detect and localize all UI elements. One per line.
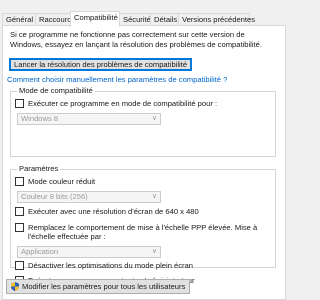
color-depth-value: Couleur 8 bits (256) — [21, 192, 88, 201]
uac-shield-icon — [11, 282, 19, 291]
dpi-override-label: Remplacez le comportement de mise à l'éc… — [28, 223, 258, 241]
reduced-color-checkbox[interactable] — [15, 177, 24, 186]
reduced-color-label: Mode couleur réduit — [28, 177, 96, 186]
color-depth-select[interactable]: Couleur 8 bits (256) ∨ — [17, 191, 161, 203]
os-version-value: Windows 8 — [21, 114, 59, 123]
troubleshooter-button[interactable]: Lancer la résolution des problèmes de co… — [9, 58, 193, 71]
chevron-down-icon: ∨ — [151, 193, 157, 200]
tab-compatibility[interactable]: Compatibilité — [70, 11, 120, 27]
tab-strip: Général Raccourci Compatibilité Sécurité… — [2, 11, 289, 27]
all-users-settings-button[interactable]: Modifier les paramètres pour tous les ut… — [6, 279, 191, 294]
low-resolution-option[interactable]: Exécuter avec une résolution d'écran de … — [15, 207, 199, 216]
low-resolution-label: Exécuter avec une résolution d'écran de … — [28, 207, 199, 216]
disable-fullscreen-option[interactable]: Désactiver les optimisations du mode ple… — [15, 261, 193, 270]
compatibility-mode-checkbox[interactable] — [15, 99, 24, 108]
compatibility-mode-legend: Mode de compatibilité — [19, 86, 93, 95]
dpi-scaling-value: Application — [21, 247, 59, 256]
chevron-down-icon: ∨ — [151, 248, 157, 255]
compatibility-panel: Si ce programme ne fonctionne pas correc… — [2, 25, 286, 300]
disable-fullscreen-label: Désactiver les optimisations du mode ple… — [28, 261, 194, 270]
chevron-down-icon: ∨ — [151, 115, 157, 122]
settings-legend: Paramètres — [19, 164, 59, 173]
dpi-scaling-select[interactable]: Application ∨ — [17, 246, 161, 258]
disable-fullscreen-checkbox[interactable] — [15, 261, 24, 270]
reduced-color-option[interactable]: Mode couleur réduit — [15, 177, 95, 186]
compatibility-mode-option[interactable]: Exécuter ce programme en mode de compati… — [15, 99, 217, 108]
intro-text: Si ce programme ne fonctionne pas correc… — [10, 30, 262, 49]
dpi-override-option[interactable]: Remplacez le comportement de mise à l'éc… — [15, 223, 265, 241]
compatibility-mode-label: Exécuter ce programme en mode de compati… — [28, 99, 218, 108]
all-users-settings-label: Modifier les paramètres pour tous les ut… — [22, 282, 186, 291]
manual-settings-link[interactable]: Comment choisir manuellement les paramèt… — [7, 75, 227, 84]
low-resolution-checkbox[interactable] — [15, 207, 24, 216]
os-version-select[interactable]: Windows 8 ∨ — [17, 113, 161, 125]
dpi-override-checkbox[interactable] — [15, 223, 24, 232]
